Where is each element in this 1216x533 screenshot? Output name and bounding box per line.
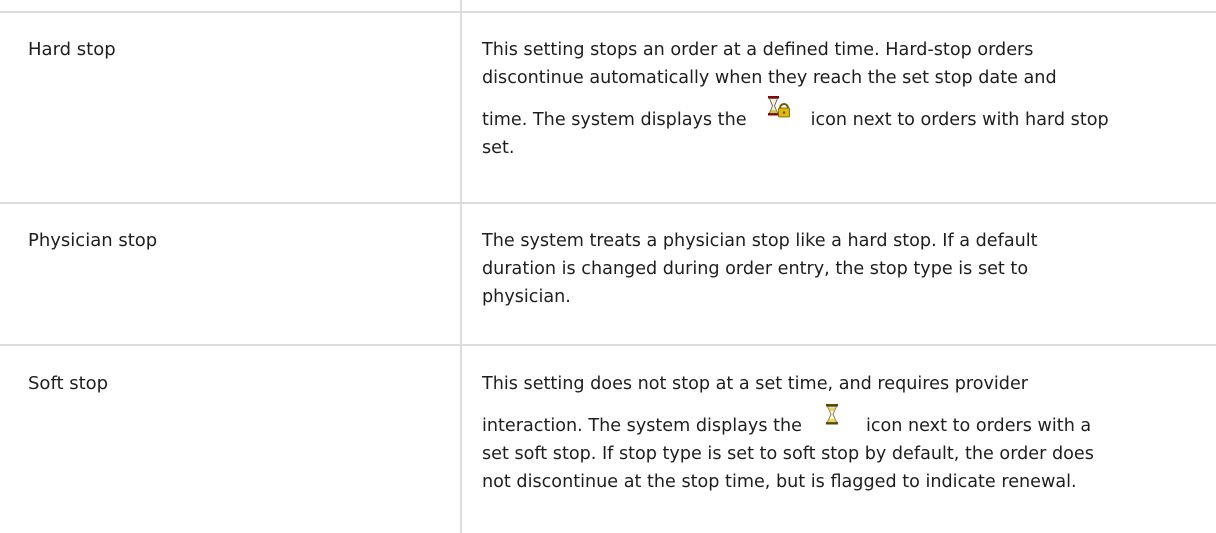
text-fragment: interaction. The system displays the	[482, 416, 802, 436]
term-physician-stop: Physician stop	[28, 230, 158, 251]
text-fragment: icon next to orders with a	[865, 416, 1092, 436]
row-divider	[0, 202, 1216, 204]
desc-soft-stop: This setting does not stop at a set time…	[482, 370, 1207, 496]
stop-type-table: Hard stop This setting stops an order at…	[0, 0, 1216, 533]
text-line: This setting does not stop at a set time…	[482, 374, 1029, 394]
desc-physician-stop: The system treats a physician stop like …	[482, 227, 1207, 311]
text-line: not discontinue at the stop time, but is…	[482, 472, 1077, 492]
desc-hard-stop: This setting stops an order at a defined…	[482, 36, 1207, 162]
text-fragment: time. The system displays the	[482, 110, 747, 130]
text-line-with-icon: interaction. The system displays the ico…	[482, 398, 1207, 440]
column-divider	[460, 0, 462, 533]
text-line: duration is changed during order entry, …	[482, 259, 1029, 279]
text-fragment: icon next to orders with hard stop	[810, 110, 1109, 130]
text-line-with-icon: time. The system displays the icon next …	[482, 92, 1207, 134]
term-soft-stop: Soft stop	[28, 373, 109, 394]
text-line: physician.	[482, 287, 571, 307]
text-line: set.	[482, 138, 515, 158]
text-line: set soft stop. If stop type is set to so…	[482, 444, 1094, 464]
text-line: The system treats a physician stop like …	[482, 231, 1038, 251]
term-hard-stop: Hard stop	[28, 39, 116, 60]
text-line: discontinue automatically when they reac…	[482, 68, 1057, 88]
text-line: This setting stops an order at a defined…	[482, 40, 1034, 60]
table-border-top	[0, 11, 1216, 13]
row-divider	[0, 344, 1216, 346]
